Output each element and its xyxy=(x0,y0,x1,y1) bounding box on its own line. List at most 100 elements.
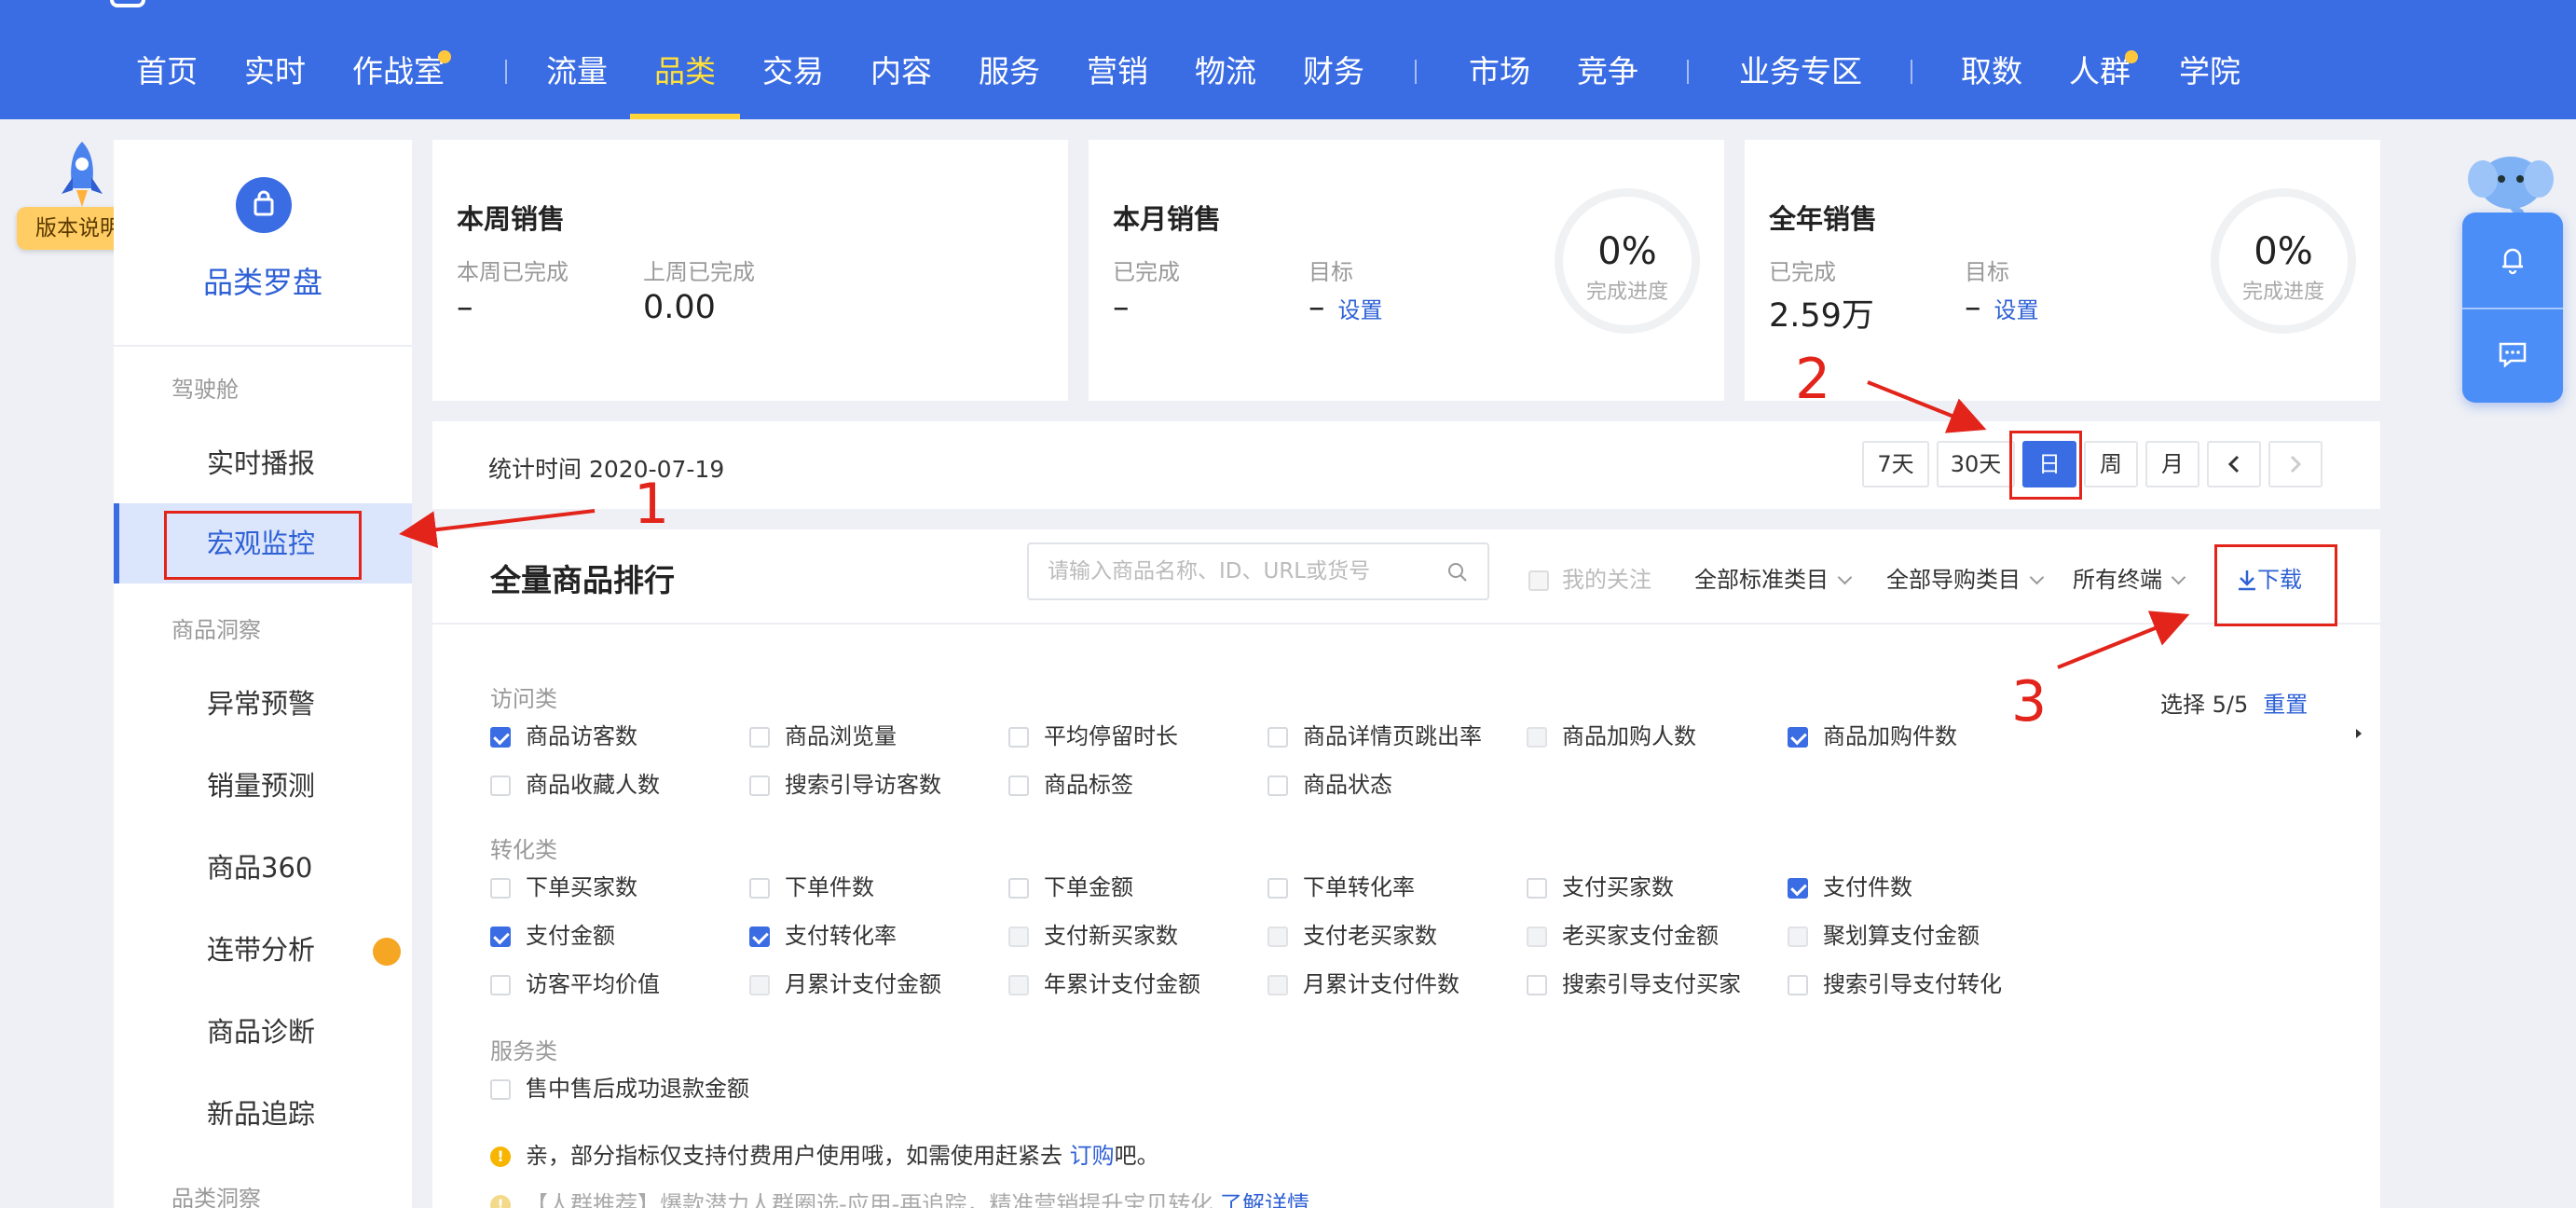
sidebar-item-sales-forecast[interactable]: 销量预测 xyxy=(114,746,412,826)
chat-icon[interactable] xyxy=(2494,336,2531,373)
nav-marketing[interactable]: 营销 xyxy=(1087,47,1148,91)
bell-icon[interactable] xyxy=(2494,240,2531,278)
guide-category-dropdown[interactable]: 全部导购类目 xyxy=(1886,561,2045,594)
nav-war-room[interactable]: 作战室 xyxy=(352,47,445,91)
metric-checkbox[interactable]: 商品收藏人数 xyxy=(490,766,660,799)
range-30d-button[interactable]: 30天 xyxy=(1937,441,2015,487)
metric-checkbox[interactable]: 聚划算支付金额 xyxy=(1788,917,1980,950)
sidebar-item-realtime[interactable]: 实时播报 xyxy=(114,423,412,503)
metric-label: 支付件数 xyxy=(1823,874,1912,900)
sidebar-item-anomaly-alert[interactable]: 异常预警 xyxy=(114,664,412,744)
nav-home[interactable]: 首页 xyxy=(136,47,198,91)
metric-checkbox[interactable]: 支付转化率 xyxy=(749,917,897,950)
metric-label: 聚划算支付金额 xyxy=(1823,923,1980,949)
metric-label: 搜索引导访客数 xyxy=(785,772,941,798)
metric-checkbox[interactable]: 支付件数 xyxy=(1788,869,1912,901)
metric-checkbox[interactable]: 搜索引导支付转化 xyxy=(1788,966,2002,998)
standard-category-dropdown[interactable]: 全部标准类目 xyxy=(1694,561,1853,594)
sidebar-item-bundle-analysis[interactable]: 连带分析 xyxy=(114,910,412,990)
nav-category[interactable]: 品类 xyxy=(654,47,716,91)
sidebar-divider xyxy=(114,345,412,347)
nav-market[interactable]: 市场 xyxy=(1469,47,1530,91)
nav-service[interactable]: 服务 xyxy=(979,47,1040,91)
metric-checkbox[interactable]: 访客平均价值 xyxy=(490,966,660,998)
metric-checkbox[interactable]: 支付金额 xyxy=(490,917,615,950)
metric-checkbox[interactable]: 商品浏览量 xyxy=(749,718,897,750)
metric-checkbox[interactable]: 平均停留时长 xyxy=(1008,718,1178,750)
nav-audience[interactable]: 人群 xyxy=(2069,47,2131,91)
metric-label: 商品状态 xyxy=(1303,772,1392,798)
elephant-mascot-icon[interactable] xyxy=(2466,147,2555,222)
nav-finance[interactable]: 财务 xyxy=(1303,47,1364,91)
sidebar-group-cockpit: 驾驶舱 xyxy=(171,377,239,403)
reset-link[interactable]: 重置 xyxy=(2263,692,2308,718)
metric-checkbox[interactable]: 老买家支付金额 xyxy=(1527,917,1719,950)
annotation-box-3 xyxy=(2214,544,2337,626)
rocket-icon[interactable] xyxy=(56,140,108,211)
search-icon[interactable] xyxy=(1446,561,1469,583)
sidebar-badge xyxy=(373,938,401,966)
nav-fetch-data[interactable]: 取数 xyxy=(1961,47,2022,91)
card-value: – xyxy=(1113,289,1130,326)
checkbox-box xyxy=(1267,776,1288,796)
card-target: – 设置 xyxy=(1309,289,1383,326)
metric-checkbox[interactable]: 年累计支付金额 xyxy=(1008,966,1200,998)
metric-checkbox[interactable]: 支付新买家数 xyxy=(1008,917,1178,950)
nav-trade[interactable]: 交易 xyxy=(762,47,824,91)
metric-checkbox[interactable]: 商品加购人数 xyxy=(1527,718,1696,750)
nav-business-zone[interactable]: 业务专区 xyxy=(1739,47,1862,91)
nav-academy[interactable]: 学院 xyxy=(2179,47,2240,91)
metric-checkbox[interactable]: 月累计支付金额 xyxy=(749,966,941,998)
metric-checkbox[interactable]: 支付老买家数 xyxy=(1267,917,1437,950)
nav-competition[interactable]: 竞争 xyxy=(1577,47,1638,91)
nav-traffic[interactable]: 流量 xyxy=(546,47,608,91)
checkbox-box xyxy=(1267,975,1288,995)
metric-checkbox[interactable]: 下单买家数 xyxy=(490,869,637,901)
my-follow-checkbox[interactable]: 我的关注 xyxy=(1528,561,1651,594)
card-label: 目标 xyxy=(1965,259,2009,285)
sidebar-item-product-diagnosis[interactable]: 商品诊断 xyxy=(114,992,412,1072)
nav-logistics[interactable]: 物流 xyxy=(1195,47,1256,91)
terminal-dropdown[interactable]: 所有终端 xyxy=(2073,561,2186,594)
chevron-down-icon xyxy=(2029,570,2045,585)
caret-right-icon[interactable] xyxy=(2356,729,2362,738)
metric-checkbox[interactable]: 售中售后成功退款金额 xyxy=(490,1070,749,1103)
learn-more-link[interactable]: 了解详情 xyxy=(1220,1191,1309,1208)
metric-label: 商品加购人数 xyxy=(1562,723,1696,749)
card-value: 2.59万 xyxy=(1769,297,1874,335)
metric-checkbox[interactable]: 商品访客数 xyxy=(490,718,637,750)
metric-label: 下单件数 xyxy=(785,874,874,900)
nav-content[interactable]: 内容 xyxy=(870,47,932,91)
nav-separator xyxy=(1415,60,1417,84)
metric-checkbox[interactable]: 搜索引导访客数 xyxy=(749,766,941,799)
metric-checkbox[interactable]: 下单转化率 xyxy=(1267,869,1415,901)
sidebar-item-new-product-tracking[interactable]: 新品追踪 xyxy=(114,1074,412,1154)
set-target-link[interactable]: 设置 xyxy=(1994,297,2039,323)
card-label: 目标 xyxy=(1309,259,1353,285)
progress-percent: 0% xyxy=(2254,230,2313,273)
metric-checkbox[interactable]: 商品状态 xyxy=(1267,766,1392,799)
ranking-panel: 全量商品排行 我的关注 全部标准类目 全部导购类目 所有终端 下载 选择 5/5… xyxy=(432,529,2380,1208)
range-week-button[interactable]: 周 xyxy=(2084,441,2138,487)
next-period-button[interactable] xyxy=(2268,441,2323,487)
card-title: 本周销售 xyxy=(457,203,566,235)
set-target-link[interactable]: 设置 xyxy=(1338,297,1383,323)
nav-realtime[interactable]: 实时 xyxy=(244,47,306,91)
range-7d-button[interactable]: 7天 xyxy=(1862,441,1929,487)
metric-checkbox[interactable]: 月累计支付件数 xyxy=(1267,966,1459,998)
metric-checkbox[interactable]: 商品加购件数 xyxy=(1788,718,1957,750)
order-link[interactable]: 订购 xyxy=(1070,1143,1115,1169)
product-search[interactable] xyxy=(1027,542,1489,600)
metric-checkbox[interactable]: 搜索引导支付买家 xyxy=(1527,966,1741,998)
search-input[interactable] xyxy=(1048,554,1439,589)
metric-checkbox[interactable]: 商品标签 xyxy=(1008,766,1133,799)
metric-checkbox[interactable]: 下单件数 xyxy=(749,869,874,901)
prev-period-button[interactable] xyxy=(2207,441,2261,487)
sidebar-item-product-360[interactable]: 商品360 xyxy=(114,828,412,908)
sidebar-group-category-insight: 品类洞察 xyxy=(171,1186,261,1208)
checkbox-box xyxy=(490,878,511,899)
metric-checkbox[interactable]: 支付买家数 xyxy=(1527,869,1674,901)
metric-checkbox[interactable]: 商品详情页跳出率 xyxy=(1267,718,1482,750)
metric-checkbox[interactable]: 下单金额 xyxy=(1008,869,1133,901)
range-month-button[interactable]: 月 xyxy=(2145,441,2199,487)
